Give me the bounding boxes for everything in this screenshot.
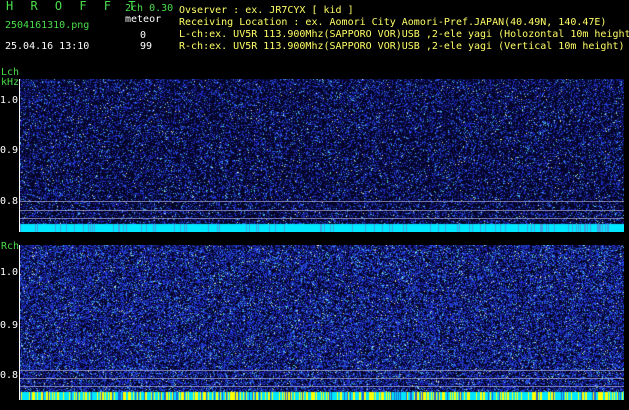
lch-info: L-ch:ex. UV5R 113.900Mhz(SAPPORO VOR)USB… — [179, 29, 629, 40]
observer-info: Ovserver : ex. JR7CYX [ kid ] — [179, 5, 354, 16]
rch-gridline — [20, 378, 624, 379]
rch-meteor-count: 99 — [140, 41, 153, 52]
rch-ytick-label: 0.9 — [0, 320, 19, 331]
rch-ytick-label: 1.0 — [0, 267, 19, 278]
lch-ytick-label: 0.8 — [0, 196, 19, 207]
lch-ytick-label: 1.0 — [0, 95, 19, 106]
lch-ytick-label: 0.9 — [0, 145, 19, 156]
datetime-label: 25.04.16 13:10 — [5, 41, 90, 52]
rch-label: Rch — [1, 241, 20, 252]
rch-spectrogram-canvas — [20, 245, 624, 400]
lch-gridline — [20, 218, 624, 219]
rch-gridline — [20, 386, 624, 387]
lch-meteor-count: 0 — [140, 30, 147, 41]
app-brand: H R O F F T — [6, 0, 141, 13]
rch-spectrogram — [20, 245, 624, 400]
version-label: 2ch 0.30 — [125, 3, 174, 14]
lch-gridline — [20, 210, 624, 211]
rch-gridline — [20, 370, 624, 371]
location-info: Receiving Location : ex. Aomori City Aom… — [179, 17, 607, 28]
meteor-label: meteor — [125, 14, 162, 25]
rch-ytick-label: 0.8 — [0, 370, 19, 381]
filename-label: 2504161310.png — [5, 20, 90, 31]
lch-unit: kHz — [1, 77, 20, 88]
lch-gridline — [20, 201, 624, 202]
rch-info: R-ch:ex. UV5R 113.900Mhz(SAPPORO VOR)USB… — [179, 41, 625, 52]
